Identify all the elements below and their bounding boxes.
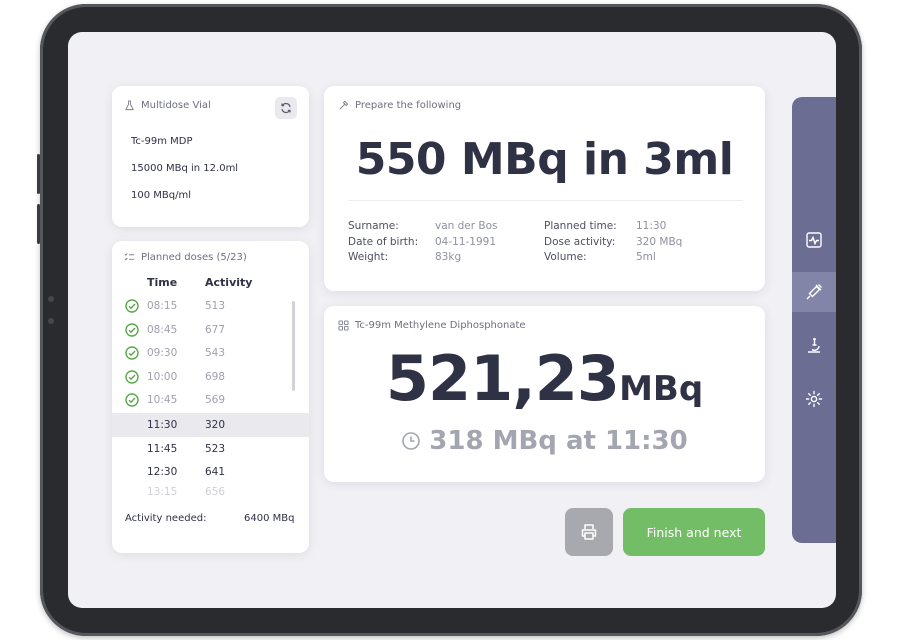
clock-icon bbox=[402, 432, 421, 450]
app-screen: Multidose Vial Tc-99m MDP 15000 MBq in 1… bbox=[68, 32, 836, 608]
dose-time: 08:15 bbox=[147, 300, 178, 312]
activity-needed-label: Activity needed: bbox=[125, 513, 207, 524]
planned-time-value: 11:30 bbox=[636, 220, 667, 232]
volume-label: Volume: bbox=[544, 251, 587, 263]
doses-scrollbar[interactable] bbox=[292, 301, 295, 391]
product-activity-card: Tc-99m Methylene Diphosphonate 521,23MBq… bbox=[324, 306, 765, 482]
prepare-card-title: Prepare the following bbox=[355, 100, 462, 111]
dose-activity-value: 320 MBq bbox=[636, 236, 683, 248]
weight-label: Weight: bbox=[348, 251, 389, 263]
sensor-dot bbox=[48, 318, 54, 324]
dose-activity: 320 bbox=[205, 419, 226, 431]
nav-syringe[interactable] bbox=[792, 272, 836, 312]
doses-card-title: Planned doses (5/23) bbox=[141, 252, 247, 263]
dose-time: 10:00 bbox=[147, 371, 178, 383]
weight-value: 83kg bbox=[435, 251, 462, 263]
vial-total: 15000 MBq in 12.0ml bbox=[131, 163, 239, 174]
activity-monitor-icon bbox=[806, 232, 822, 248]
dose-activity: 523 bbox=[205, 443, 226, 455]
dose-time: 11:30 bbox=[147, 419, 178, 431]
column-header-time: Time bbox=[147, 276, 178, 289]
prepare-card: Prepare the following 550 MBq in 3ml Sur… bbox=[324, 86, 765, 291]
camera-dot bbox=[48, 296, 54, 302]
column-header-activity: Activity bbox=[205, 276, 253, 289]
nav-settings[interactable] bbox=[792, 379, 836, 419]
check-circle-icon bbox=[125, 346, 139, 360]
dose-activity: 513 bbox=[205, 300, 226, 312]
prepare-amount: 550 MBq in 3ml bbox=[355, 134, 734, 185]
dose-row[interactable]: 08:45 677 bbox=[112, 318, 309, 342]
projected-activity: 318 MBq at 11:30 bbox=[324, 426, 765, 456]
dose-time: 12:30 bbox=[147, 466, 178, 478]
check-circle-icon bbox=[125, 370, 139, 384]
dose-row[interactable]: 12:30 641 bbox=[112, 460, 309, 484]
vial-card-header: Multidose Vial bbox=[124, 100, 211, 111]
dose-time: 09:30 bbox=[147, 347, 178, 359]
dose-row-active[interactable]: 11:30 320 bbox=[112, 413, 309, 437]
dose-activity: 656 bbox=[205, 486, 226, 498]
dose-activity-label: Dose activity: bbox=[544, 236, 616, 248]
dose-row[interactable]: 09:30 543 bbox=[112, 341, 309, 365]
activity-needed-value: 6400 MBq bbox=[244, 513, 295, 524]
current-activity-value: 521,23 bbox=[385, 342, 620, 415]
product-card-header: Tc-99m Methylene Diphosphonate bbox=[338, 320, 526, 331]
nav-microscope[interactable] bbox=[792, 325, 836, 365]
projected-activity-text: 318 MBq at 11:30 bbox=[429, 426, 688, 456]
surname-value: van der Bos bbox=[435, 220, 498, 232]
refresh-icon bbox=[281, 103, 291, 113]
vial-concentration: 100 MBq/ml bbox=[131, 190, 191, 201]
check-circle-icon bbox=[125, 299, 139, 313]
pipette-icon bbox=[339, 100, 349, 110]
checklist-icon bbox=[124, 253, 135, 261]
dose-activity: 569 bbox=[205, 394, 226, 406]
dose-time: 08:45 bbox=[147, 324, 178, 336]
planned-time-label: Planned time: bbox=[544, 220, 617, 232]
dose-row[interactable]: 10:45 569 bbox=[112, 388, 309, 412]
prepare-card-header: Prepare the following bbox=[338, 100, 461, 111]
dob-value: 04-11-1991 bbox=[435, 236, 497, 248]
dose-row[interactable]: 10:00 698 bbox=[112, 365, 309, 389]
current-activity: 521,23MBq bbox=[324, 342, 765, 415]
dose-time: 10:45 bbox=[147, 394, 178, 406]
dose-time: 13:15 bbox=[147, 486, 178, 498]
multidose-vial-card: Multidose Vial Tc-99m MDP 15000 MBq in 1… bbox=[112, 86, 309, 227]
volume-down-button bbox=[37, 204, 40, 244]
doses-card-header: Planned doses (5/23) bbox=[124, 252, 247, 263]
side-navigation-rail bbox=[792, 97, 836, 543]
printer-icon bbox=[581, 524, 597, 540]
dose-activity: 543 bbox=[205, 347, 226, 359]
volume-value: 5ml bbox=[636, 251, 656, 263]
vial-card-title: Multidose Vial bbox=[141, 100, 211, 111]
prepare-divider bbox=[348, 200, 743, 201]
molecule-icon bbox=[338, 320, 349, 331]
dose-time: 11:45 bbox=[147, 443, 178, 455]
dose-activity: 677 bbox=[205, 324, 226, 336]
dose-activity: 641 bbox=[205, 466, 226, 478]
volume-up-button bbox=[37, 154, 40, 194]
dob-label: Date of birth: bbox=[348, 236, 419, 248]
refresh-button[interactable] bbox=[275, 97, 297, 119]
nav-activity-monitor[interactable] bbox=[792, 220, 836, 260]
finish-and-next-button[interactable]: Finish and next bbox=[623, 508, 765, 556]
check-circle-icon bbox=[125, 323, 139, 337]
gear-icon bbox=[805, 390, 823, 408]
check-circle-icon bbox=[125, 393, 139, 407]
surname-label: Surname: bbox=[348, 220, 399, 232]
planned-doses-card: Planned doses (5/23) Time Activity 08:15… bbox=[112, 241, 309, 553]
flask-icon bbox=[125, 100, 134, 111]
dose-row[interactable]: 08:15 513 bbox=[112, 294, 309, 318]
dose-activity: 698 bbox=[205, 371, 226, 383]
dose-row[interactable]: 11:45 523 bbox=[112, 437, 309, 461]
product-card-title: Tc-99m Methylene Diphosphonate bbox=[355, 320, 526, 331]
dose-row[interactable]: 13:15 656 bbox=[112, 484, 309, 500]
print-button[interactable] bbox=[565, 508, 613, 556]
microscope-icon bbox=[808, 338, 820, 353]
current-activity-unit: MBq bbox=[619, 369, 704, 409]
syringe-icon bbox=[806, 284, 822, 300]
vial-product: Tc-99m MDP bbox=[131, 136, 193, 147]
